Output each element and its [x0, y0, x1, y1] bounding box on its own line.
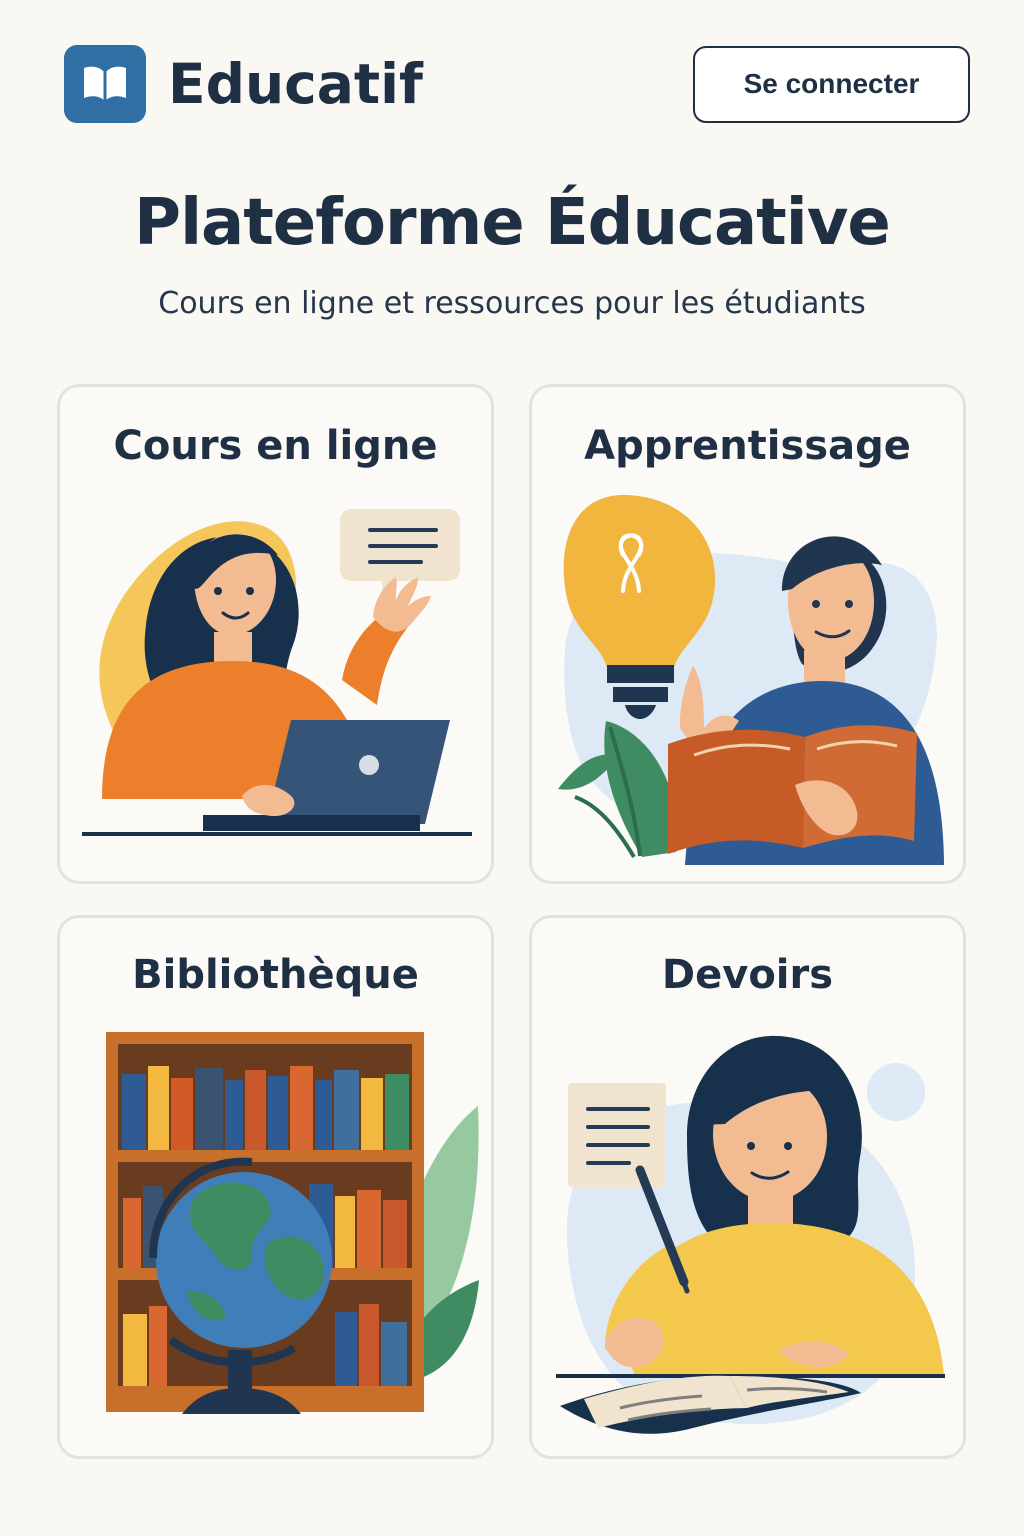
site-header: Educatif Se connecter: [64, 44, 970, 124]
card-title: Apprentissage: [584, 423, 911, 469]
card-learning[interactable]: Apprentissage: [529, 384, 966, 884]
page: Educatif Se connecter Plateforme Éducati…: [0, 0, 1024, 1536]
card-online-courses[interactable]: Cours en ligne: [57, 384, 494, 884]
writing-homework-illustration: [548, 1020, 958, 1450]
bookshelf-globe-illustration: [92, 1022, 482, 1442]
lightbulb-reading-illustration: [558, 495, 948, 865]
page-title: Plateforme Éducative: [134, 186, 891, 260]
card-title: Cours en ligne: [113, 423, 438, 469]
page-subtitle: Cours en ligne et ressources pour les ét…: [158, 286, 866, 321]
card-library[interactable]: Bibliothèque: [57, 915, 494, 1459]
book-icon: [64, 45, 146, 123]
card-homework[interactable]: Devoirs: [529, 915, 966, 1459]
brand-name: Educatif: [168, 52, 423, 116]
card-title: Bibliothèque: [132, 952, 419, 998]
brand[interactable]: Educatif: [64, 44, 423, 124]
login-button[interactable]: Se connecter: [693, 45, 970, 123]
student-laptop-illustration: [82, 497, 472, 852]
card-title: Devoirs: [661, 952, 834, 998]
